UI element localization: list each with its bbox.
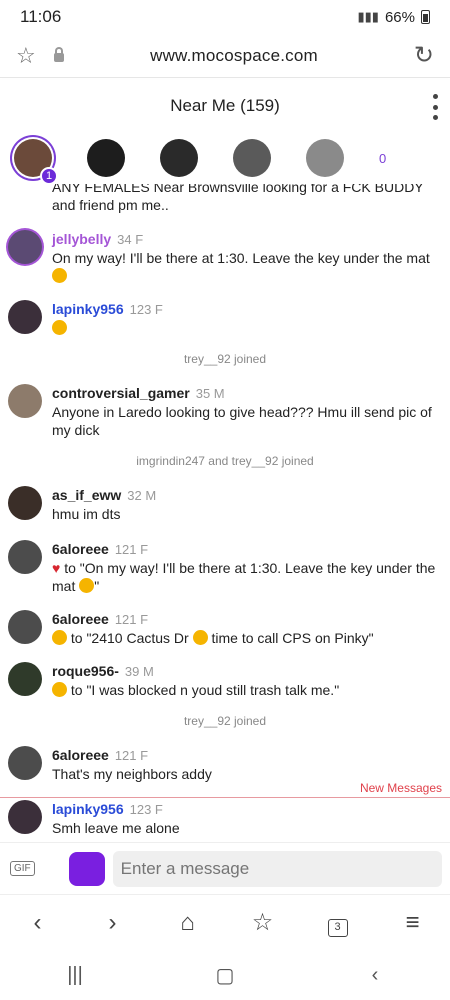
system-message: trey__92 joined xyxy=(183,714,267,728)
username[interactable]: as_if_eww xyxy=(52,487,121,503)
status-time: 11:06 xyxy=(20,7,62,26)
avatar[interactable] xyxy=(233,139,271,177)
room-title[interactable]: Near Me (159) xyxy=(170,96,280,116)
chat-message: lapinky956 123 F Smh leave me alone xyxy=(0,800,450,837)
avatar[interactable] xyxy=(160,139,198,177)
message-text: to "2410 Cactus Dr xyxy=(70,630,189,646)
crying-emoji-icon xyxy=(192,630,208,645)
username[interactable]: roque956- xyxy=(52,663,119,679)
home-button-icon[interactable]: ▢ xyxy=(195,963,255,988)
message-text: to "I was blocked n youd still trash tal… xyxy=(70,682,340,698)
user-avatar-strip: 1 0 xyxy=(0,132,450,185)
color-picker-button[interactable] xyxy=(68,851,105,886)
recents-icon[interactable]: ||| xyxy=(45,964,105,987)
kebab-menu-icon[interactable] xyxy=(432,94,438,120)
message-text: Smh leave me alone xyxy=(52,820,180,836)
chat-message: 6aloreee 121 F to "2410 Cactus Dr time to… xyxy=(0,610,450,647)
shocked-emoji-icon xyxy=(52,682,67,697)
battery-icon xyxy=(421,10,430,24)
username[interactable]: jellybelly xyxy=(52,231,111,247)
avatar[interactable] xyxy=(8,486,42,520)
forward-icon[interactable]: › xyxy=(93,909,133,937)
chat-message: controversial_gamer 35 M Anyone in Laredo… xyxy=(0,384,450,439)
message-text: hmu im dts xyxy=(52,506,121,522)
kiss-emoji-icon xyxy=(52,268,67,283)
url-bar: ☆ www.mocospace.com ↻ xyxy=(0,34,450,78)
star-icon[interactable]: ☆ xyxy=(16,43,46,69)
new-messages-divider xyxy=(0,797,450,798)
system-back-icon[interactable]: ‹ xyxy=(345,964,405,987)
user-meta: 123 F xyxy=(129,802,163,817)
avatar[interactable] xyxy=(8,230,42,264)
gif-button[interactable]: GIF xyxy=(10,861,35,876)
app: 11:06 ▮▮▮ 66% ☆ www.mocospace.com ↻ Near… xyxy=(0,0,450,1000)
user-meta: 121 F xyxy=(114,748,149,763)
username[interactable]: 6aloreee xyxy=(52,611,109,627)
signal-icon: ▮▮▮ xyxy=(357,9,379,24)
message-text: ANY FEMALES Near Brownsville looking for… xyxy=(52,184,424,213)
kiss-emoji-icon xyxy=(52,320,67,335)
chat-message: ANY FEMALES Near Brownsville looking for… xyxy=(0,184,450,214)
chat-message: roque956- 39 M to "I was blocked n youd s… xyxy=(0,662,450,699)
bookmarks-icon[interactable]: ☆ xyxy=(243,908,283,937)
avatar[interactable] xyxy=(8,800,42,834)
compose-bar: GIF xyxy=(0,842,450,894)
avatar[interactable] xyxy=(8,610,42,644)
url-text[interactable]: www.mocospace.com xyxy=(64,46,404,66)
avatar[interactable] xyxy=(8,746,42,780)
username[interactable]: 6aloreee xyxy=(52,747,109,763)
notification-badge: 1 xyxy=(40,167,58,185)
system-message: trey__92 joined xyxy=(183,352,267,366)
message-input[interactable] xyxy=(112,850,442,887)
reload-icon[interactable]: ↻ xyxy=(404,41,434,70)
avatar[interactable] xyxy=(8,662,42,696)
battery-label: 66% xyxy=(384,8,415,26)
browser-toolbar: ‹ › ⌂ ☆ 3 ≡ xyxy=(0,894,450,950)
chat-message: 6aloreee 121 F ♥ to "On my way! I'll be t… xyxy=(0,540,450,595)
lock-icon xyxy=(54,47,64,62)
status-icons: ▮▮▮ 66% xyxy=(357,8,430,26)
online-count[interactable]: 0 xyxy=(379,151,386,166)
chat-message: 6aloreee 121 F That's my neighbors addy xyxy=(0,746,450,783)
message-text: to "On my way! I'll be there at 1:30. Le… xyxy=(52,560,436,594)
username[interactable]: lapinky956 xyxy=(52,301,124,317)
menu-icon[interactable]: ≡ xyxy=(393,909,433,937)
shocked-emoji-icon xyxy=(52,630,67,645)
username[interactable]: 6aloreee xyxy=(52,541,109,557)
message-text: On my way! I'll be there at 1:30. Leave … xyxy=(52,250,430,266)
user-meta: 121 F xyxy=(114,542,149,557)
tabs-button[interactable]: 3 xyxy=(318,909,358,937)
chat-message: lapinky956 123 F xyxy=(0,300,450,337)
user-meta: 35 M xyxy=(195,386,225,401)
username[interactable]: lapinky956 xyxy=(52,801,124,817)
avatar[interactable] xyxy=(8,540,42,574)
heart-icon: ♥ xyxy=(52,560,61,576)
back-icon[interactable]: ‹ xyxy=(18,909,58,937)
user-meta: 121 F xyxy=(114,612,149,627)
user-meta: 34 F xyxy=(117,232,144,247)
chat-message: as_if_eww 32 M hmu im dts xyxy=(0,486,450,523)
message-text-tail: " xyxy=(94,578,100,594)
message-text-tail: time to call CPS on Pinky" xyxy=(211,630,374,646)
system-navigation-bar: ||| ▢ ‹ xyxy=(0,950,450,1000)
room-header: Near Me (159) xyxy=(0,80,450,132)
avatar[interactable] xyxy=(87,139,125,177)
avatar[interactable]: 1 xyxy=(14,139,58,185)
chat-message: jellybelly 34 F On my way! I'll be there … xyxy=(0,230,450,285)
user-meta: 123 F xyxy=(129,302,163,317)
kiss-emoji-icon xyxy=(79,578,95,593)
tabs-icon: 3 xyxy=(327,918,348,937)
home-icon[interactable]: ⌂ xyxy=(168,909,208,937)
new-messages-label[interactable]: New Messages xyxy=(360,781,442,795)
username[interactable]: controversial_gamer xyxy=(52,385,190,401)
chat-feed[interactable]: ANY FEMALES Near Brownsville looking for… xyxy=(0,184,450,842)
avatar[interactable] xyxy=(8,384,42,418)
message-text: Anyone in Laredo looking to give head???… xyxy=(52,404,432,438)
user-meta: 32 M xyxy=(127,488,157,503)
user-meta: 39 M xyxy=(124,664,154,679)
avatar[interactable] xyxy=(306,139,344,177)
status-bar: 11:06 ▮▮▮ 66% xyxy=(0,0,450,34)
system-message: imgrindin247 and trey__92 joined xyxy=(136,454,314,468)
avatar[interactable] xyxy=(8,300,42,334)
